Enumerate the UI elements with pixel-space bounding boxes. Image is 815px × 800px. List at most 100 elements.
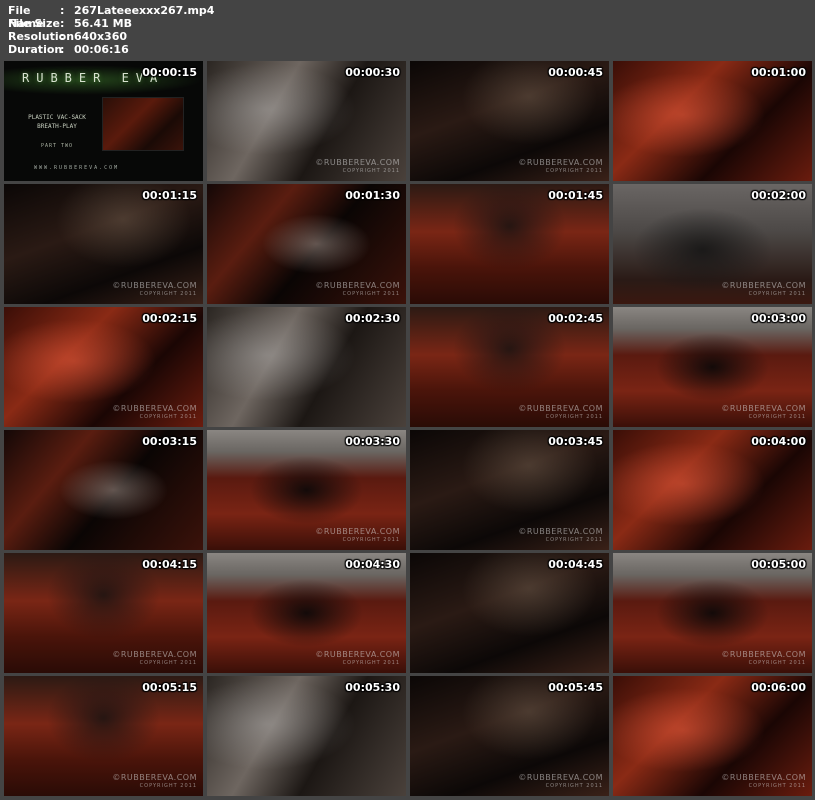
timestamp-label: 00:02:15	[142, 312, 197, 325]
part-label: PART TWO	[40, 143, 74, 149]
watermark-brand: ©RUBBEREVA.COM	[518, 527, 603, 536]
watermark: ©RUBBEREVA.COM COPYRIGHT 2011	[518, 774, 603, 790]
file-name-label: File Name	[8, 4, 44, 30]
video-thumbnail: ©RUBBEREVA.COM COPYRIGHT 2011 00:03:45	[410, 430, 609, 550]
video-thumbnail: ©RUBBEREVA.COM COPYRIGHT 2011 00:03:30	[207, 430, 406, 550]
watermark-copyright: COPYRIGHT 2011	[545, 414, 603, 420]
file-name-value: 267Lateeexxx267.mp4	[74, 4, 215, 17]
duration-row: Duration : 00:06:16	[8, 43, 214, 56]
watermark-brand: ©RUBBEREVA.COM	[315, 650, 400, 659]
timestamp-label: 00:05:00	[751, 558, 806, 571]
watermark: ©RUBBEREVA.COM COPYRIGHT 2011	[112, 651, 197, 667]
timestamp-label: 00:04:00	[751, 435, 806, 448]
file-size-label: File Size	[8, 17, 60, 30]
timestamp-label: 00:01:45	[548, 189, 603, 202]
timestamp-label: 00:03:15	[142, 435, 197, 448]
watermark-copyright: COPYRIGHT 2011	[139, 414, 197, 420]
watermark-copyright: COPYRIGHT 2011	[342, 660, 400, 666]
timestamp-label: 00:03:30	[345, 435, 400, 448]
watermark-brand: ©RUBBEREVA.COM	[112, 404, 197, 413]
video-thumbnail: ©RUBBEREVA.COM COPYRIGHT 2011 00:00:45	[410, 61, 609, 181]
timestamp-label: 00:05:30	[345, 681, 400, 694]
watermark-copyright: COPYRIGHT 2011	[545, 537, 603, 543]
watermark-brand: ©RUBBEREVA.COM	[112, 281, 197, 290]
video-thumbnail: 00:01:00	[613, 61, 812, 181]
video-thumbnail: 00:03:15	[4, 430, 203, 550]
timestamp-label: 00:05:15	[142, 681, 197, 694]
timestamp-label: 00:04:15	[142, 558, 197, 571]
preview-inset-image	[102, 97, 184, 151]
watermark-brand: ©RUBBEREVA.COM	[112, 773, 197, 782]
title-line-1: PLASTIC VAC-SACK	[28, 114, 86, 121]
separator: :	[60, 4, 65, 17]
watermark: ©RUBBEREVA.COM COPYRIGHT 2011	[721, 774, 806, 790]
watermark-copyright: COPYRIGHT 2011	[748, 291, 806, 297]
video-thumbnail: ©RUBBEREVA.COM COPYRIGHT 2011 00:02:45	[410, 307, 609, 427]
title-text: PLASTIC VAC-SACK BREATH-PLAY	[14, 113, 100, 131]
watermark: ©RUBBEREVA.COM COPYRIGHT 2011	[721, 405, 806, 421]
watermark: ©RUBBEREVA.COM COPYRIGHT 2011	[721, 282, 806, 298]
watermark-brand: ©RUBBEREVA.COM	[721, 650, 806, 659]
video-thumbnail: ©RUBBEREVA.COM COPYRIGHT 2011 00:00:30	[207, 61, 406, 181]
watermark-brand: ©RUBBEREVA.COM	[315, 158, 400, 167]
watermark-brand: ©RUBBEREVA.COM	[112, 650, 197, 659]
video-thumbnail: ©RUBBEREVA.COM COPYRIGHT 2011 00:05:45	[410, 676, 609, 796]
video-thumbnail: ©RUBBEREVA.COM COPYRIGHT 2011 00:01:30	[207, 184, 406, 304]
timestamp-label: 00:03:45	[548, 435, 603, 448]
video-thumbnail: ©RUBBEREVA.COM COPYRIGHT 2011 00:01:15	[4, 184, 203, 304]
thumbnail-image	[410, 184, 609, 304]
video-thumbnail: 00:02:30	[207, 307, 406, 427]
video-thumbnail: 00:01:45	[410, 184, 609, 304]
watermark-brand: ©RUBBEREVA.COM	[518, 158, 603, 167]
video-thumbnail: RUBBER EVA PLASTIC VAC-SACK BREATH-PLAY PAR…	[4, 61, 203, 181]
thumbnail-image	[613, 430, 812, 550]
watermark: ©RUBBEREVA.COM COPYRIGHT 2011	[518, 405, 603, 421]
watermark: ©RUBBEREVA.COM COPYRIGHT 2011	[315, 528, 400, 544]
video-thumbnail: ©RUBBEREVA.COM COPYRIGHT 2011 00:02:00	[613, 184, 812, 304]
watermark: ©RUBBEREVA.COM COPYRIGHT 2011	[721, 651, 806, 667]
thumbnail-image	[613, 61, 812, 181]
watermark: ©RUBBEREVA.COM COPYRIGHT 2011	[518, 159, 603, 175]
thumbnail-image	[4, 430, 203, 550]
watermark-copyright: COPYRIGHT 2011	[342, 537, 400, 543]
watermark-copyright: COPYRIGHT 2011	[748, 414, 806, 420]
timestamp-label: 00:03:00	[751, 312, 806, 325]
timestamp-label: 00:01:00	[751, 66, 806, 79]
watermark-brand: ©RUBBEREVA.COM	[518, 773, 603, 782]
separator: :	[60, 17, 65, 30]
watermark: ©RUBBEREVA.COM COPYRIGHT 2011	[112, 282, 197, 298]
watermark-copyright: COPYRIGHT 2011	[748, 783, 806, 789]
watermark: ©RUBBEREVA.COM COPYRIGHT 2011	[315, 159, 400, 175]
watermark-copyright: COPYRIGHT 2011	[342, 291, 400, 297]
video-thumbnail: 00:05:30	[207, 676, 406, 796]
watermark-copyright: COPYRIGHT 2011	[342, 168, 400, 174]
thumbnail-grid: RUBBER EVA PLASTIC VAC-SACK BREATH-PLAY PAR…	[4, 61, 812, 796]
video-thumbnail: ©RUBBEREVA.COM COPYRIGHT 2011 00:06:00	[613, 676, 812, 796]
title-line-2: BREATH-PLAY	[37, 123, 77, 130]
watermark-copyright: COPYRIGHT 2011	[545, 168, 603, 174]
video-thumbnail: 00:04:00	[613, 430, 812, 550]
thumbnail-image	[207, 676, 406, 796]
timestamp-label: 00:00:30	[345, 66, 400, 79]
resolution-row: Resolution : 640x360	[8, 30, 214, 43]
watermark-brand: ©RUBBEREVA.COM	[721, 773, 806, 782]
video-thumbnail: ©RUBBEREVA.COM COPYRIGHT 2011 00:04:30	[207, 553, 406, 673]
video-thumbnail: 00:04:45	[410, 553, 609, 673]
watermark: ©RUBBEREVA.COM COPYRIGHT 2011	[315, 282, 400, 298]
video-thumbnail: ©RUBBEREVA.COM COPYRIGHT 2011 00:05:15	[4, 676, 203, 796]
timestamp-label: 00:06:00	[751, 681, 806, 694]
watermark-brand: ©RUBBEREVA.COM	[518, 404, 603, 413]
timestamp-label: 00:00:15	[142, 66, 197, 79]
video-thumbnail: ©RUBBEREVA.COM COPYRIGHT 2011 00:03:00	[613, 307, 812, 427]
watermark-brand: ©RUBBEREVA.COM	[721, 281, 806, 290]
video-thumbnail: ©RUBBEREVA.COM COPYRIGHT 2011 00:04:15	[4, 553, 203, 673]
file-size-row: File Size : 56.41 MB	[8, 17, 214, 30]
file-info-panel: File Name : 267Lateeexxx267.mp4 File Siz…	[8, 4, 214, 56]
watermark: ©RUBBEREVA.COM COPYRIGHT 2011	[315, 651, 400, 667]
site-url: WWW.RUBBEREVA.COM	[34, 165, 120, 171]
timestamp-label: 00:01:30	[345, 189, 400, 202]
timestamp-label: 00:04:30	[345, 558, 400, 571]
file-size-value: 56.41 MB	[74, 17, 132, 30]
file-name-row: File Name : 267Lateeexxx267.mp4	[8, 4, 215, 30]
timestamp-label: 00:04:45	[548, 558, 603, 571]
